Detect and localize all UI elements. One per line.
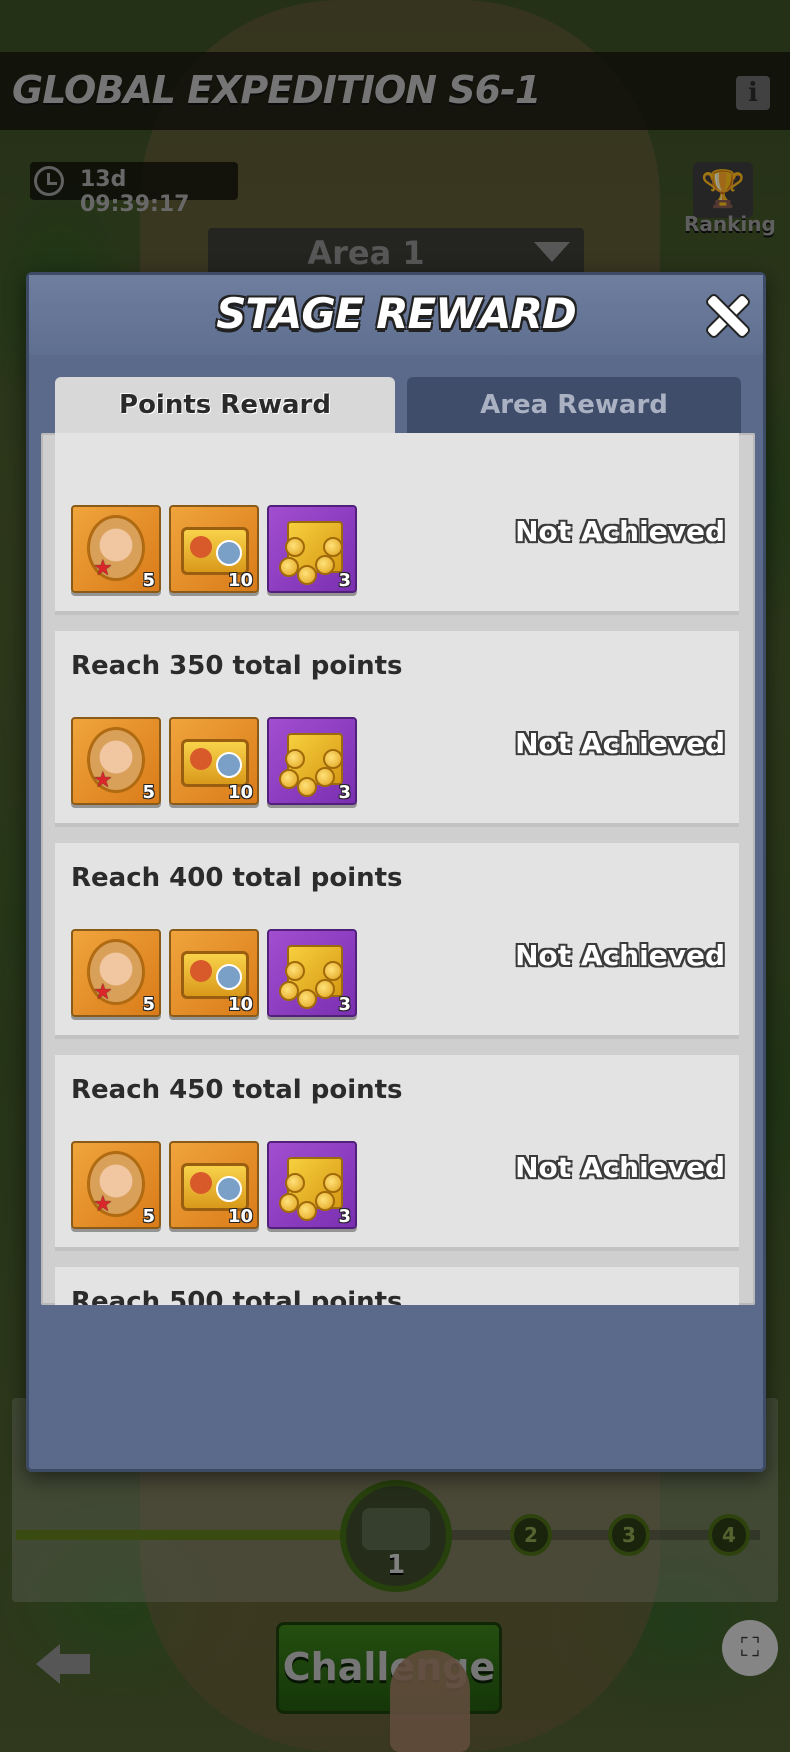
reward-quantity: 3	[338, 782, 351, 803]
reward-goal-text: Reach 350 total points	[71, 651, 403, 681]
coin-icon	[315, 767, 335, 787]
gold-crate-icon[interactable]: 3	[267, 1141, 357, 1229]
treasure-chest-icon[interactable]: 10	[169, 1141, 259, 1229]
gold-crate-icon[interactable]: 3	[267, 929, 357, 1017]
star-icon: ★	[93, 556, 113, 581]
reward-quantity: 10	[227, 570, 253, 591]
coin-icon	[297, 565, 317, 585]
reward-list[interactable]: ★ 5 10 3 Not Achieved Reach 350 total points ★…	[41, 433, 755, 1305]
reward-quantity: 10	[227, 1206, 253, 1227]
hero-card-icon[interactable]: ★ 5	[71, 1141, 161, 1229]
close-icon[interactable]	[705, 293, 749, 337]
chest-body	[181, 951, 249, 999]
star-icon: ★	[93, 1192, 113, 1217]
reward-status: Not Achieved	[515, 1151, 725, 1184]
coin-icon	[279, 981, 299, 1001]
reward-status: Not Achieved	[515, 515, 725, 548]
modal-footer	[29, 1299, 763, 1469]
coin-icon	[279, 557, 299, 577]
coin-icon	[315, 555, 335, 575]
modal-header: STAGE REWARD	[29, 275, 763, 355]
reward-quantity: 10	[227, 994, 253, 1015]
coin-icon	[279, 769, 299, 789]
gold-crate-icon[interactable]: 3	[267, 505, 357, 593]
reward-goal-text: Reach 450 total points	[71, 1075, 403, 1105]
coin-icon	[323, 537, 343, 557]
reward-row: Reach 350 total points ★ 5 10 3 Not Achieved	[55, 631, 739, 827]
treasure-chest-icon[interactable]: 10	[169, 505, 259, 593]
hero-card-icon[interactable]: ★ 5	[71, 505, 161, 593]
reward-goal-text: Reach 400 total points	[71, 863, 403, 893]
reward-quantity: 10	[227, 782, 253, 803]
coin-icon	[297, 777, 317, 797]
reward-list-content: ★ 5 10 3 Not Achieved Reach 350 total points ★…	[55, 433, 739, 1305]
reward-quantity: 3	[338, 1206, 351, 1227]
tab-area-reward[interactable]: Area Reward	[407, 377, 741, 433]
coin-icon	[285, 537, 305, 557]
star-icon: ★	[93, 768, 113, 793]
reward-status: Not Achieved	[515, 939, 725, 972]
coin-icon	[285, 1173, 305, 1193]
reward-row: Reach 400 total points ★ 5 10 3 Not Achieved	[55, 843, 739, 1039]
hero-card-icon[interactable]: ★ 5	[71, 717, 161, 805]
reward-status: Not Achieved	[515, 727, 725, 760]
chest-body	[181, 1163, 249, 1211]
treasure-chest-icon[interactable]: 10	[169, 717, 259, 805]
coin-icon	[285, 749, 305, 769]
coin-icon	[315, 979, 335, 999]
coin-icon	[279, 1193, 299, 1213]
coin-icon	[323, 961, 343, 981]
reward-quantity: 5	[142, 1206, 155, 1227]
coin-icon	[315, 1191, 335, 1211]
reward-quantity: 5	[142, 994, 155, 1015]
reward-quantity: 5	[142, 570, 155, 591]
reward-quantity: 3	[338, 994, 351, 1015]
reward-quantity: 3	[338, 570, 351, 591]
hero-card-icon[interactable]: ★ 5	[71, 929, 161, 1017]
reward-row: Reach 450 total points ★ 5 10 3 Not Achieved	[55, 1055, 739, 1251]
modal-title: STAGE REWARD	[216, 289, 577, 338]
coin-icon	[297, 989, 317, 1009]
coin-icon	[323, 749, 343, 769]
star-icon: ★	[93, 980, 113, 1005]
coin-icon	[285, 961, 305, 981]
coin-icon	[297, 1201, 317, 1221]
reward-row: ★ 5 10 3 Not Achieved	[55, 433, 739, 615]
gold-crate-icon[interactable]: 3	[267, 717, 357, 805]
coin-icon	[323, 1173, 343, 1193]
tab-points-reward[interactable]: Points Reward	[55, 377, 395, 433]
treasure-chest-icon[interactable]: 10	[169, 929, 259, 1017]
reward-quantity: 5	[142, 782, 155, 803]
chest-body	[181, 739, 249, 787]
chest-body	[181, 527, 249, 575]
stage-reward-modal: STAGE REWARD Points Reward Area Reward ★…	[26, 272, 766, 1472]
